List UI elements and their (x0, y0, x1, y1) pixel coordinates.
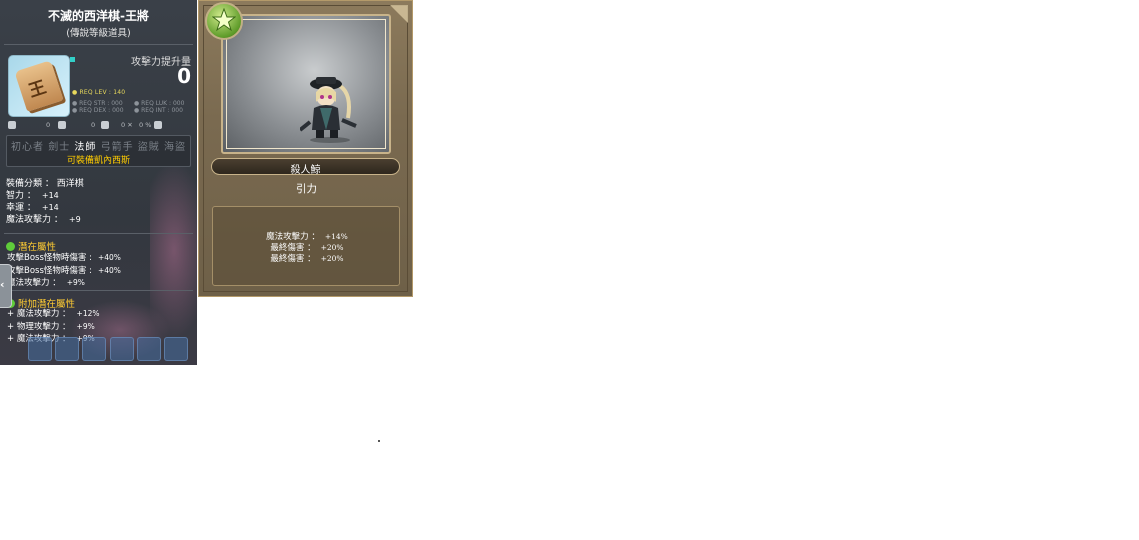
toolbar-slot (55, 337, 79, 361)
rank-star-icon (205, 2, 243, 40)
background-toolbar (0, 336, 197, 362)
bonus-line: + 物理攻擊力 ： +9% (7, 321, 95, 332)
item-title: 不滅的西洋棋-王將 (48, 9, 149, 23)
card-skill: 引力 (296, 183, 317, 195)
stat-row: 智力 ： +14 (6, 191, 59, 201)
divider (4, 290, 193, 291)
item-tooltip: 不滅的西洋棋-王將 (傳說等級道具) 王 攻擊力提升量 0 ● REQ LEV … (0, 0, 197, 365)
collapse-arrow-button[interactable]: ‹ (0, 264, 12, 308)
req-int: ● REQ INT : 000 (134, 107, 183, 114)
job-archer: 弓箭手 (100, 142, 134, 153)
job-requirement-box: 初心者 劍士 法師 弓箭手 盜賊 海盜 可裝備凱內西斯 (6, 135, 191, 167)
req-str: ● REQ STR : 000 (72, 100, 123, 107)
menu-icon (164, 337, 188, 361)
chess-piece-icon: 王 (14, 60, 64, 112)
gem-icon (70, 57, 75, 62)
divider (4, 44, 193, 45)
star-force-icon (101, 121, 109, 129)
item-grade: (傳說等級道具) (66, 28, 131, 39)
req-dex: ● REQ DEX : 000 (72, 107, 124, 114)
monster-card: 殺人鯨 引力 魔法攻擊力 ： +14% 最終傷害 ： +20% 最終傷害 ： +20% (198, 0, 413, 297)
flag-value: 0 (46, 121, 51, 129)
character-icon (82, 337, 106, 361)
card-name-bar: 殺人鯨 (211, 158, 400, 176)
potential-header: 潛在屬性 (6, 239, 56, 253)
flag-value: 0 % (139, 121, 152, 129)
job-warrior: 劍士 (48, 142, 71, 153)
card-portrait (221, 14, 391, 154)
stat-row: 魔法攻擊力 ： +9 (6, 215, 81, 225)
bonus-line: + 魔法攻擊力 ： +12% (7, 309, 100, 319)
flag-value: 0 ✕ (121, 121, 133, 129)
card-corner-decoration (390, 5, 408, 23)
card-name: 殺人鯨 (290, 165, 321, 176)
potential-lines: 攻擊Boss怪物時傷害 : +40% 攻擊Boss怪物時傷害 : +40% 魔法攻擊… (7, 252, 121, 290)
potential-line: 攻擊Boss怪物時傷害 : +40% (7, 265, 121, 276)
upgrade-icon (58, 121, 66, 129)
equip-note: 可裝備凱內西斯 (66, 156, 130, 166)
divider (4, 233, 193, 234)
chevron-left-icon: ‹ (0, 278, 5, 291)
item-icon: 王 (8, 55, 70, 117)
job-beginner: 初心者 (11, 142, 45, 153)
flag-value: 0 (91, 121, 96, 129)
trade-icon (8, 121, 16, 129)
ignore-def-icon (154, 121, 162, 129)
job-list: 初心者 劍士 法師 弓箭手 盜賊 海盜 (7, 138, 190, 153)
base-stats: 裝備分類 ： 西洋棋 智力 ： +14 幸運 ： +14 魔法攻擊力 ： +9 (6, 178, 84, 226)
item-flags-row: 0 0 0 ✕ 0 % (6, 121, 192, 131)
potential-line: 攻擊Boss怪物時傷害 : +40% (7, 253, 121, 263)
job-thief: 盜賊 (137, 142, 160, 153)
toolbar-slot (28, 337, 52, 361)
house-icon (110, 337, 134, 361)
job-pirate: 海盜 (163, 142, 186, 153)
stray-dot (378, 440, 380, 442)
stat-row: 裝備分類 ： 西洋棋 (6, 179, 84, 189)
req-luk: ● REQ LUK : 000 (134, 100, 185, 107)
job-magician: 法師 (74, 142, 97, 153)
card-stat-box: 魔法攻擊力 ： +14% 最終傷害 ： +20% 最終傷害 ： +20% (212, 206, 400, 286)
character-sprite (300, 77, 357, 143)
card-stat-line: 最終傷害 ： +20% (270, 254, 344, 264)
gear-icon (137, 337, 161, 361)
attack-increase-value: 0 (177, 64, 191, 88)
potential-grade-icon (6, 242, 15, 251)
potential-line: 魔法攻擊力 ： +9% (7, 278, 85, 288)
stat-row: 幸運 ： +14 (6, 203, 59, 213)
req-level: ● REQ LEV : 140 (72, 89, 126, 96)
